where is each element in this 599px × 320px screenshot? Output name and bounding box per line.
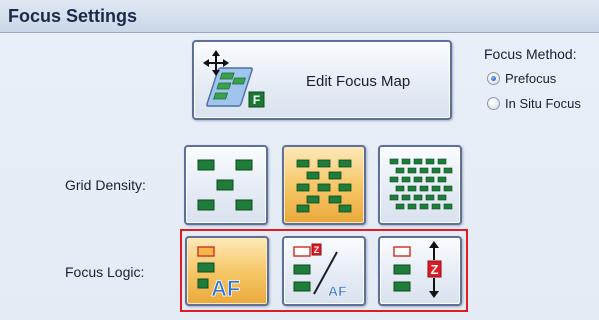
panel-title: Focus Settings (8, 6, 138, 26)
grid-density-medium-button[interactable] (282, 145, 366, 225)
svg-text:F: F (253, 93, 260, 107)
grid-low-icon (197, 159, 253, 211)
grid-medium-icon (296, 159, 352, 213)
grid-density-label: Grid Density: (65, 177, 146, 193)
z-stack-icon-text: Z (431, 262, 439, 277)
grid-high-icon (389, 158, 453, 210)
mixed-focus-icon: Z AF (293, 243, 347, 299)
focus-logic-label: Focus Logic: (65, 264, 145, 280)
focus-map-icon: F (203, 50, 265, 108)
focus-logic-z-stack-button[interactable]: Z (378, 236, 462, 306)
radio-in-situ-focus-control[interactable] (487, 96, 500, 110)
autofocus-icon-text: AF (211, 276, 240, 301)
panel-header: Focus Settings (0, 0, 599, 33)
radio-prefocus-label: Prefocus (505, 70, 557, 86)
z-stack-icon: Z (393, 241, 442, 298)
radio-in-situ-focus[interactable]: In Situ Focus (487, 93, 581, 113)
autofocus-icon: AF (197, 246, 241, 301)
edit-focus-map-label: Edit Focus Map (306, 73, 411, 90)
edit-focus-map-button[interactable]: F Edit Focus Map (192, 40, 452, 120)
mixed-icon-text: AF (328, 283, 347, 299)
svg-text:Z: Z (314, 245, 320, 255)
radio-prefocus-control[interactable] (487, 71, 500, 85)
focus-logic-mixed-button[interactable]: Z AF (282, 236, 366, 306)
grid-density-high-button[interactable] (378, 145, 462, 225)
focus-method-label: Focus Method: (484, 46, 577, 62)
radio-in-situ-focus-label: In Situ Focus (505, 95, 581, 111)
focus-logic-autofocus-button[interactable]: AF (185, 236, 269, 306)
radio-selected-dot (491, 75, 496, 81)
grid-density-low-button[interactable] (184, 145, 268, 225)
radio-prefocus[interactable]: Prefocus (487, 68, 556, 88)
